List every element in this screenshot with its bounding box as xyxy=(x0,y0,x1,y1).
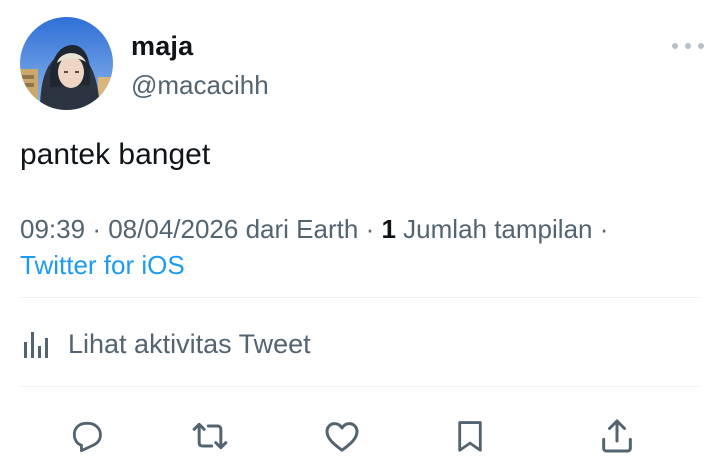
meta-separator: · xyxy=(92,214,101,244)
share-icon xyxy=(602,419,632,453)
retweet-icon xyxy=(192,422,228,450)
views-count: 1 xyxy=(381,214,396,244)
tweet-location: dari Earth xyxy=(245,214,359,244)
more-dot xyxy=(672,43,678,49)
divider xyxy=(20,386,700,387)
reply-button[interactable] xyxy=(65,414,109,458)
like-button[interactable] xyxy=(320,414,364,458)
view-tweet-activity-button[interactable]: Lihat aktivitas Tweet xyxy=(20,322,311,366)
heart-icon xyxy=(325,422,359,452)
divider xyxy=(20,297,700,298)
tweet-metadata: 09:39 · 08/04/2026 dari Earth · 1 Jumlah… xyxy=(20,211,710,283)
avatar[interactable] xyxy=(20,17,113,110)
views-label: Jumlah tampilan xyxy=(403,214,593,244)
more-dot xyxy=(698,43,704,49)
meta-separator: · xyxy=(365,214,375,244)
retweet-button[interactable] xyxy=(188,414,232,458)
tweet-text: pantek banget xyxy=(20,138,211,171)
more-dot xyxy=(685,43,691,49)
tweet-source-link[interactable]: Twitter for iOS xyxy=(20,250,185,280)
reply-icon xyxy=(72,421,102,453)
bookmark-button[interactable] xyxy=(448,414,492,458)
author-name[interactable]: maja xyxy=(131,31,193,62)
tweet-time[interactable]: 09:39 xyxy=(20,214,85,244)
share-button[interactable] xyxy=(595,414,639,458)
author-handle[interactable]: @macacihh xyxy=(131,70,269,101)
tweet-actions-bar xyxy=(0,414,720,458)
activity-label: Lihat aktivitas Tweet xyxy=(68,328,311,359)
more-options-icon[interactable] xyxy=(672,36,704,56)
meta-separator: · xyxy=(599,214,609,244)
tweet-date[interactable]: 08/04/2026 xyxy=(108,214,238,244)
bookmark-icon xyxy=(458,421,482,452)
analytics-icon xyxy=(24,332,48,358)
